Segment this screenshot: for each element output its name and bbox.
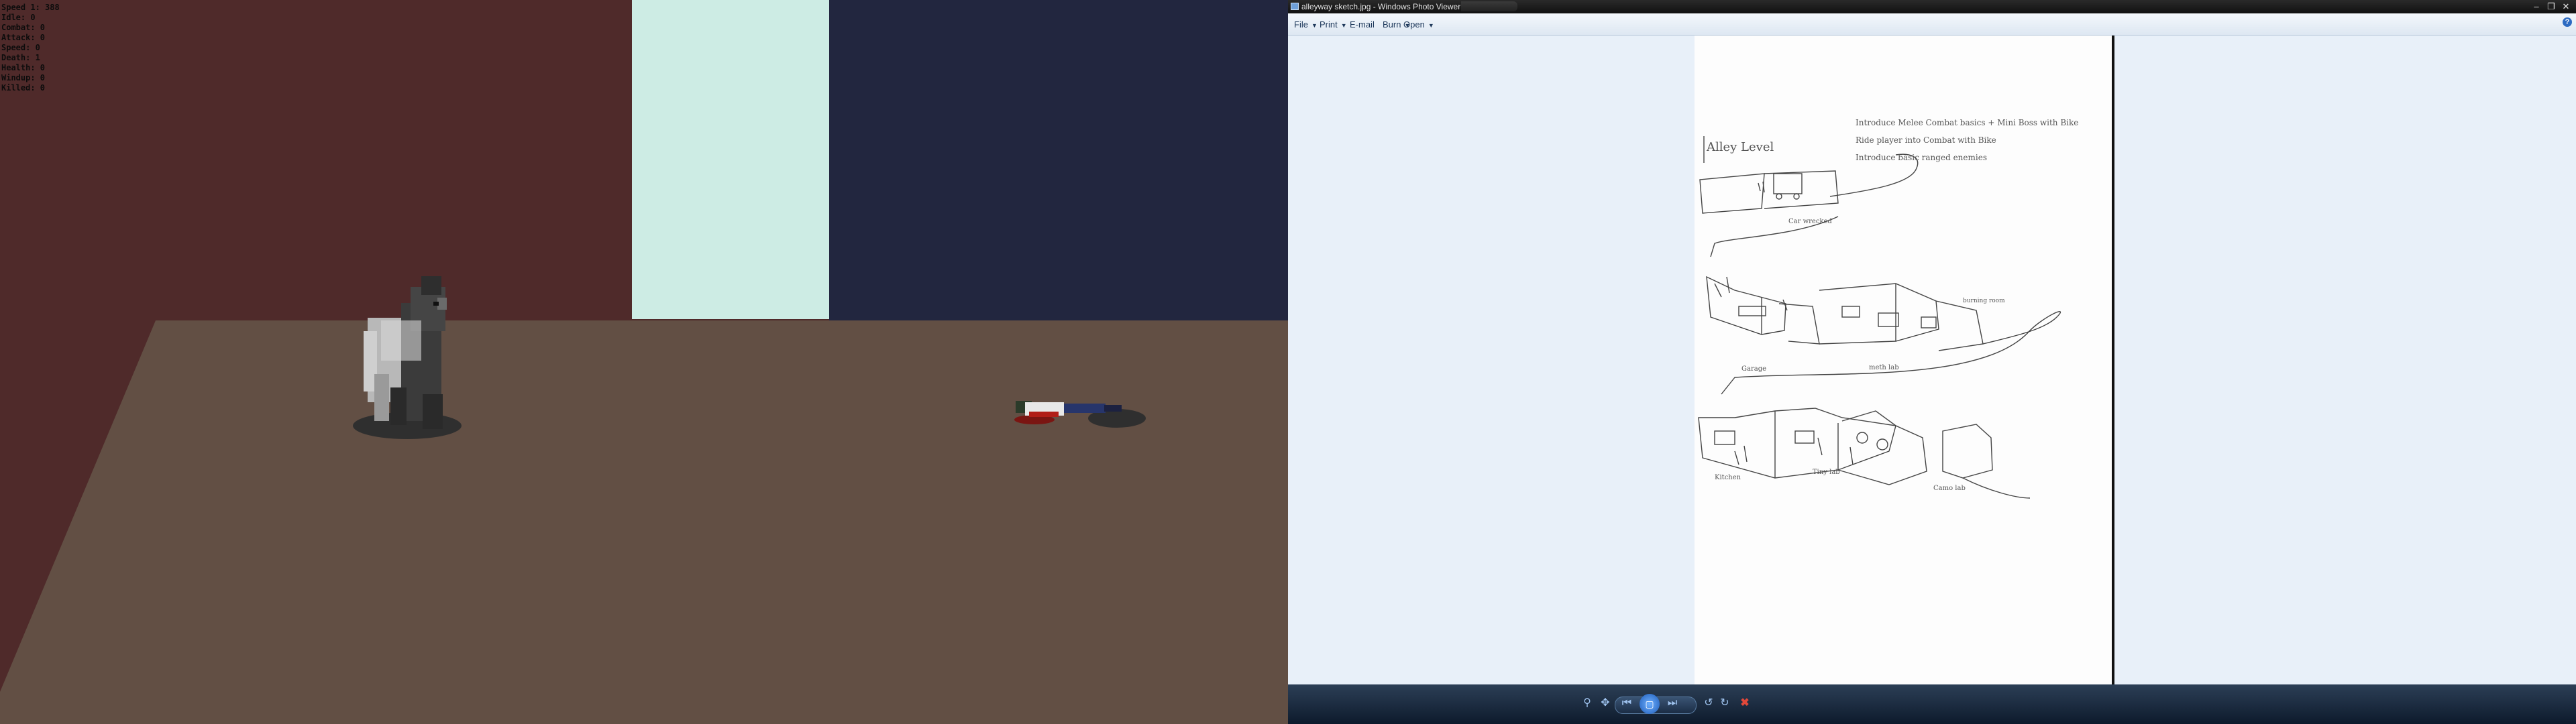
file-menu-label: File (1294, 19, 1308, 29)
delete-icon[interactable]: ✖ (1737, 697, 1752, 710)
actual-size-icon[interactable]: ✥ (1598, 697, 1613, 710)
hud-line: Killed: 0 (1, 83, 46, 93)
email-button[interactable]: E-mail (1350, 19, 1375, 29)
window-title: alleyway sketch.jpg - Windows Photo View… (1301, 2, 1461, 11)
rotate-cw-icon[interactable]: ↻ (1717, 697, 1732, 710)
hud-line: Idle: 0 (1, 13, 36, 22)
photo-viewer-window: alleyway sketch.jpg - Windows Photo View… (1288, 0, 2576, 724)
debug-hud: Speed 1: 388 Idle: 0 Combat: 0 Attack: 0… (1, 3, 60, 93)
open-menu[interactable]: Open ▼ (1403, 19, 1434, 29)
gorilla-sprite (364, 276, 447, 429)
sketch-label: Tiny lab (1813, 469, 1840, 476)
back-wall-dark (829, 0, 1288, 320)
title-highlight (1461, 1, 1517, 11)
sketch-label: Kitchen (1715, 474, 1741, 481)
hud-line: Combat: 0 (1, 23, 46, 32)
sketch-note: Introduce Melee Combat basics + Mini Bos… (1856, 118, 2078, 127)
sketch-label: Garage (1741, 365, 1766, 373)
minimize-icon[interactable]: – (2529, 1, 2544, 12)
game-viewport[interactable]: Speed 1: 388 Idle: 0 Combat: 0 Attack: 0… (0, 0, 1288, 724)
fallen-enemy-sprite (1014, 401, 1122, 424)
viewer-controls-bar: ⚲ ✥ ⏮ ▢ ⏭ ↺ ↻ ✖ (1288, 684, 2576, 724)
slideshow-icon[interactable]: ▢ (1640, 694, 1660, 714)
magnify-icon[interactable]: ⚲ (1580, 697, 1595, 710)
sketch-label: meth lab (1869, 364, 1899, 371)
close-icon[interactable]: ✕ (2559, 1, 2573, 12)
previous-icon[interactable]: ⏮ (1619, 697, 1634, 710)
hud-line: Windup: 0 (1, 73, 46, 82)
burn-menu-label: Burn (1383, 19, 1401, 29)
title-bar: alleyway sketch.jpg - Windows Photo View… (1288, 0, 2576, 13)
sketch-note: Ride player into Combat with Bike (1856, 135, 1996, 145)
sketch-heading: Alley Level (1706, 140, 1774, 154)
chevron-down-icon: ▼ (1311, 22, 1318, 29)
rotate-ccw-icon[interactable]: ↺ (1701, 697, 1716, 710)
sketch-note: Introduce basic ranged enemies (1856, 153, 1987, 162)
sketch-label: Camo lab (1933, 485, 1966, 492)
open-menu-label: Open (1403, 19, 1425, 29)
sketch-image: Alley Level Introduce Melee Combat basic… (1695, 36, 2114, 684)
back-wall-left (0, 0, 632, 322)
sketch-drawing: Alley Level Introduce Melee Combat basic… (1698, 118, 2078, 499)
file-menu[interactable]: File ▼ (1294, 19, 1318, 29)
back-wall-light-panel (632, 0, 829, 319)
hud-line: Attack: 0 (1, 33, 46, 42)
hud-line: Speed 1: 388 (1, 3, 60, 12)
image-display-area[interactable]: Alley Level Introduce Melee Combat basic… (1288, 36, 2576, 684)
help-icon[interactable]: ? (2563, 17, 2572, 27)
menu-bar: File ▼ Print ▼ E-mail Burn ▼ Open ▼ (1288, 13, 2576, 36)
print-menu[interactable]: Print ▼ (1320, 19, 1347, 29)
chevron-down-icon: ▼ (1340, 22, 1347, 29)
email-button-label: E-mail (1350, 19, 1375, 29)
print-menu-label: Print (1320, 19, 1338, 29)
hud-line: Health: 0 (1, 63, 46, 72)
next-icon[interactable]: ⏭ (1665, 697, 1680, 710)
hud-line: Death: 1 (1, 53, 40, 62)
chevron-down-icon: ▼ (1428, 22, 1434, 29)
hud-line: Speed: 0 (1, 43, 40, 52)
photo-viewer-app-icon (1291, 3, 1299, 10)
maximize-icon[interactable]: ❐ (2544, 1, 2559, 12)
sketch-label: burning room (1963, 298, 2005, 304)
sketch-label: Car wrecked (1788, 218, 1832, 225)
